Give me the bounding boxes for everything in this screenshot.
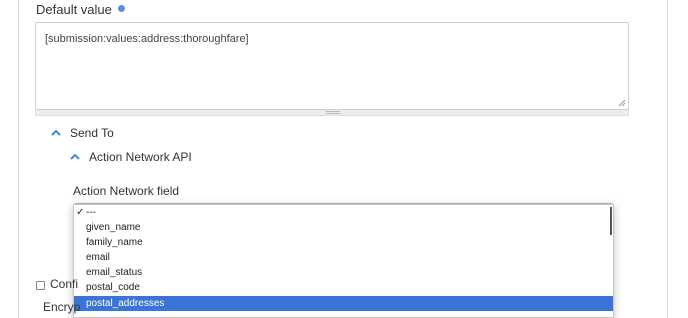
dropdown-option[interactable]: family_name: [74, 235, 613, 250]
info-icon[interactable]: [117, 5, 125, 12]
send-to-label: Send To: [70, 126, 114, 140]
default-value-label: Default value: [36, 2, 125, 17]
chevron-up-icon: [51, 129, 61, 136]
confirm-label: Confi: [50, 277, 79, 291]
panel-left-border: [18, 0, 19, 318]
confirm-checkbox[interactable]: [36, 281, 45, 290]
default-value-textarea[interactable]: [submission:values:address:thoroughfare]: [35, 22, 629, 110]
default-value-label-text: Default value: [36, 2, 112, 17]
dropdown-option[interactable]: given_name: [74, 220, 613, 235]
checkmark-icon: ✓: [76, 207, 85, 218]
send-to-toggle[interactable]: Send To: [50, 126, 114, 140]
action-network-toggle[interactable]: Action Network API: [69, 150, 192, 164]
panel-right-border: [667, 0, 668, 318]
action-network-field-label: Action Network field: [73, 184, 180, 198]
chevron-up-icon: [70, 153, 80, 160]
default-value-text: [submission:values:address:thoroughfare]: [45, 33, 249, 45]
encrypt-label: Encryp: [43, 300, 81, 314]
dropdown-option[interactable]: ✓ ---: [74, 205, 613, 220]
dropdown-option[interactable]: postal_code: [74, 280, 613, 295]
action-network-label: Action Network API: [89, 150, 192, 164]
action-network-field-dropdown[interactable]: ✓ --- given_name family_name email email…: [73, 204, 614, 318]
resize-grip-icon[interactable]: [618, 99, 626, 107]
dropdown-option-highlighted[interactable]: postal_addresses: [74, 296, 613, 311]
grippie-handle-icon: [326, 111, 340, 114]
textarea-grippie[interactable]: [35, 110, 629, 116]
dropdown-option[interactable]: email_status: [74, 265, 613, 280]
dropdown-option[interactable]: email: [74, 250, 613, 265]
